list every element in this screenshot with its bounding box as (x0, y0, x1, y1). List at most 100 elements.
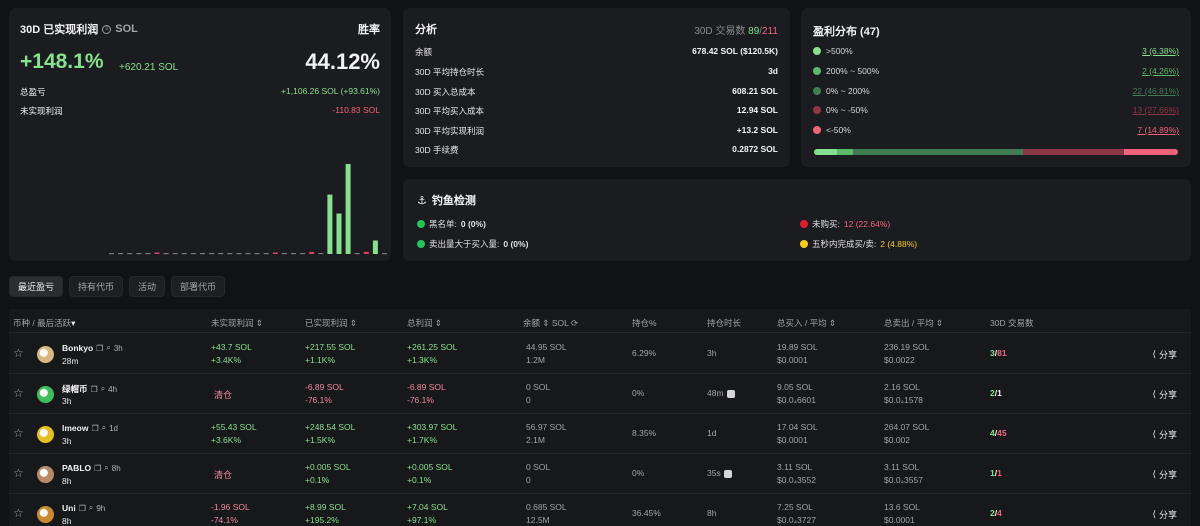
header-sold[interactable]: 总卖出 / 平均 ⇕ (884, 317, 943, 329)
sold-cell: 264.07 SOL $0.002 (884, 422, 930, 445)
header-balance[interactable]: 余额 ⇕ SOL ⟳ (523, 317, 578, 329)
star-icon[interactable]: ☆ (13, 507, 25, 519)
token-name[interactable]: Bonkyo ❐ ⌕ 3h (62, 343, 123, 353)
token-name[interactable]: 绿帽币 ❐ ⌕ 4h (62, 383, 117, 395)
total-profit-cell: +261.25 SOL +1.3K% (407, 342, 458, 365)
unrealized-cell: -1.96 SOL -74.1% (211, 502, 250, 525)
pnl-bar[interactable] (327, 194, 333, 254)
copy-icon[interactable]: ❐ (94, 464, 101, 473)
header-unrealized[interactable]: 未实现利润 ⇕ (211, 317, 263, 329)
sol-coin-icon: ≡ (102, 24, 112, 34)
header-realized[interactable]: 已实现利润 ⇕ (305, 317, 357, 329)
realized-cell: +217.55 SOL +1.1K% (305, 342, 356, 365)
header-trades: 30D 交易数 (990, 318, 1034, 328)
search-icon[interactable]: ⌕ (102, 423, 106, 433)
star-icon[interactable]: ☆ (13, 427, 25, 439)
sold-cell: 13.6 SOL $0.0001 (884, 502, 920, 525)
status-dot-icon (800, 220, 808, 228)
share-icon: ⟨ (1152, 509, 1156, 519)
search-icon[interactable]: ⌕ (104, 463, 108, 473)
header-total[interactable]: 总利润 ⇕ (407, 317, 442, 329)
table-row[interactable]: ☆ Uni ❐ ⌕ 9h 8h -1.96 SOL -74.1% +8.99 SOL +195.2… (9, 494, 1191, 526)
balance-cell: 56.97 SOL 2.1M (526, 422, 567, 445)
table-row[interactable]: ☆ Bonkyo ❐ ⌕ 3h 28m +43.7 SOL +3.4K% +217.55 SOL… (9, 334, 1191, 374)
pnl-bar[interactable] (372, 240, 378, 255)
sold-cell: 3.11 SOL $0.0₄3557 (884, 462, 923, 485)
search-icon[interactable]: ⌕ (106, 343, 110, 353)
profit-distribution-row: 0% ~ -50% 13 (27.66%) (813, 105, 1179, 115)
profit-distribution-count[interactable]: 3 (6.38%) (1142, 46, 1179, 56)
tab-activity[interactable]: 活动 (129, 276, 166, 297)
profit-distribution-row: <-50% 7 (14.89%) (813, 125, 1179, 135)
copy-icon[interactable]: ❐ (79, 504, 86, 513)
token-name[interactable]: lmeow ❐ ⌕ 1d (62, 423, 118, 433)
header-bought[interactable]: 总买入 / 平均 ⇕ (777, 317, 836, 329)
profit-distribution-row: 0% ~ 200% 22 (46.81%) (813, 86, 1179, 96)
token-name[interactable]: PABLO ❐ ⌕ 8h (62, 463, 121, 473)
pnl-bar[interactable] (272, 252, 278, 255)
search-icon[interactable]: ⌕ (89, 503, 93, 513)
pnl-bar[interactable] (154, 252, 160, 255)
analysis-card: 分析 30D 交易数 89/211 余额 678.42 SOL ($120.5K)… (403, 8, 790, 167)
copy-icon[interactable]: ❐ (91, 385, 98, 394)
copy-icon[interactable]: ❐ (91, 424, 98, 433)
profit-distribution-count[interactable]: 13 (27.66%) (1133, 105, 1179, 115)
fast-trade-icon (723, 469, 732, 478)
share-button[interactable]: ⟨ 分享 (1152, 508, 1177, 521)
pnl-bar-baseline (127, 253, 133, 255)
total-pnl-row: 总盈亏 +1,106.26 SOL (+93.61%) (20, 86, 380, 97)
profit-distribution-title: 盈利分布 (47) (813, 26, 880, 38)
profit-distribution-count[interactable]: 22 (46.81%) (1133, 86, 1179, 96)
pnl-bar[interactable] (309, 251, 315, 254)
unrealized-row: 未实现利润 -110.83 SOL (20, 105, 380, 116)
hold-time-cell: 48m (707, 388, 735, 398)
search-icon[interactable]: ⌕ (101, 384, 105, 394)
table-row[interactable]: ☆ PABLO ❐ ⌕ 8h 8h 清仓 +0.005 SOL +0.1% +0.005 SOL +… (9, 454, 1191, 494)
profit-distribution-segment (1023, 149, 1124, 155)
bought-cell: 19.89 SOL $0.0001 (777, 342, 818, 365)
table-row[interactable]: ☆ lmeow ❐ ⌕ 1d 3h +55.43 SOL +3.6K% +248.54 SOL +… (9, 414, 1191, 454)
last-active-time: 8h (62, 516, 72, 526)
pnl-bar-baseline (209, 253, 215, 255)
pnl-bar[interactable] (345, 164, 351, 254)
sort-last-active[interactable]: 最后活跃 (37, 318, 71, 328)
share-button[interactable]: ⟨ 分享 (1152, 468, 1177, 481)
token-created-age: 9h (96, 503, 106, 513)
position-cell: 0% (632, 388, 645, 398)
share-button[interactable]: ⟨ 分享 (1152, 388, 1177, 401)
profit-distribution-segment (814, 149, 838, 155)
pnl-bar-baseline (318, 253, 324, 255)
pnl-bar[interactable] (336, 213, 342, 255)
analysis-row: 30D 平均买入成本 12.94 SOL (415, 105, 778, 116)
tab-recent-pnl[interactable]: 最近盈亏 (9, 276, 64, 297)
profit-distribution-count[interactable]: 7 (14.89%) (1137, 125, 1179, 135)
star-icon[interactable]: ☆ (13, 387, 25, 399)
profit-distribution-row: >500% 3 (6.38%) (813, 46, 1179, 56)
last-active-time: 3h (62, 396, 72, 406)
legend-dot-icon (813, 87, 821, 95)
header-token: 币种 / 最后活跃▾ (13, 318, 76, 328)
pnl-bar-baseline (354, 253, 360, 255)
total-profit-cell: -6.89 SOL -76.1% (407, 382, 446, 405)
star-icon[interactable]: ☆ (13, 467, 25, 479)
profit-distribution-count[interactable]: 2 (4.26%) (1142, 66, 1179, 76)
share-button[interactable]: ⟨ 分享 (1152, 348, 1177, 361)
tab-holdings[interactable]: 持有代币 (69, 276, 124, 297)
bought-cell: 3.11 SOL $0.0₄3552 (777, 462, 816, 485)
pnl-bar-baseline (109, 253, 114, 255)
hold-time-cell: 8h (707, 508, 717, 518)
pnl-bar[interactable] (363, 251, 369, 254)
tab-deployed-tokens[interactable]: 部署代币 (171, 276, 226, 297)
table-header: 币种 / 最后活跃▾ 未实现利润 ⇕ 已实现利润 ⇕ 总利润 ⇕ 余额 ⇕ SO… (9, 309, 1191, 333)
realized-cell: +0.005 SOL +0.1% (305, 462, 351, 485)
star-icon[interactable]: ☆ (13, 347, 25, 359)
analysis-title: 分析 (415, 24, 437, 36)
table-row[interactable]: ☆ 绿帽币 ❐ ⌕ 4h 3h 清仓 -6.89 SOL -76.1% -6.89 SOL -76.… (9, 374, 1191, 414)
pnl-bar-baseline (145, 253, 151, 255)
copy-icon[interactable]: ❐ (96, 344, 103, 353)
unrealized-cell: +43.7 SOL +3.4K% (211, 342, 252, 365)
share-button[interactable]: ⟨ 分享 (1152, 428, 1177, 441)
token-name[interactable]: Uni ❐ ⌕ 9h (62, 503, 105, 513)
quick-trade-item: 五秒内完成买/卖: 2 (4.88%) (800, 238, 917, 250)
pnl-title: 30D 已实现利润 ≡ SOL (20, 23, 138, 36)
